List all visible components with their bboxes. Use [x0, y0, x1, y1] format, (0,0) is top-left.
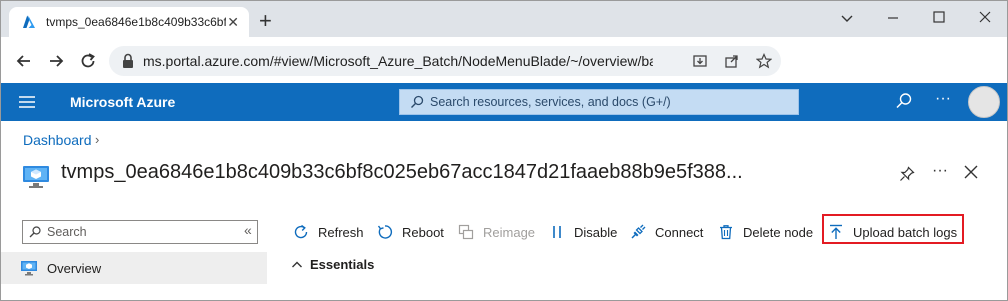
reboot-label: Reboot: [402, 224, 444, 240]
azure-logo-icon: [23, 15, 35, 28]
tab-search-chevron-icon[interactable]: [840, 11, 854, 25]
tab-strip: tvmps_0ea6846e1b8c409b33c6bf ✕ +: [1, 1, 1007, 37]
minimize-icon[interactable]: [886, 11, 900, 25]
back-arrow-icon[interactable]: [14, 51, 34, 71]
more-actions-icon[interactable]: ···: [932, 162, 948, 180]
reboot-button[interactable]: Reboot: [377, 219, 444, 245]
batch-node-icon: [23, 166, 49, 188]
search-icon: [29, 226, 41, 238]
essentials-toggle[interactable]: Essentials: [291, 257, 374, 272]
sidebar-item-overview[interactable]: Overview: [1, 252, 267, 284]
copilot-search-icon[interactable]: [895, 92, 913, 110]
plug-connect-icon: [631, 224, 646, 239]
maximize-icon[interactable]: [932, 10, 946, 24]
global-search-input[interactable]: Search resources, services, and docs (G+…: [399, 89, 799, 115]
install-app-icon[interactable]: [692, 53, 708, 69]
window-close-icon[interactable]: [978, 10, 992, 24]
new-tab-icon[interactable]: +: [259, 10, 272, 32]
reimage-label: Reimage: [483, 224, 536, 240]
azure-header: Microsoft Azure Search resources, servic…: [1, 83, 1007, 121]
pause-icon: [553, 226, 561, 238]
browser-tab[interactable]: tvmps_0ea6846e1b8c409b33c6bf ✕: [9, 7, 249, 37]
hamburger-menu-icon[interactable]: [19, 96, 35, 108]
connect-button[interactable]: Connect: [630, 219, 703, 245]
lock-icon[interactable]: [121, 53, 135, 69]
delete-node-button[interactable]: Delete node: [718, 219, 813, 245]
highlight-box: [822, 214, 964, 244]
reboot-icon: [377, 225, 393, 239]
global-search-placeholder: Search resources, services, and docs (G+…: [430, 95, 671, 109]
close-blade-icon[interactable]: [964, 165, 978, 179]
disable-label: Disable: [574, 224, 618, 240]
avatar[interactable]: [968, 86, 1000, 118]
collapse-sidebar-icon[interactable]: «: [244, 222, 252, 238]
refresh-label: Refresh: [318, 224, 364, 240]
url-text[interactable]: ms.portal.azure.com/#view/Microsoft_Azur…: [143, 53, 653, 69]
overview-monitor-icon: [21, 261, 37, 276]
chevron-up-icon: [292, 261, 302, 267]
more-options-icon[interactable]: ···: [935, 90, 951, 108]
browser-window: tvmps_0ea6846e1b8c409b33c6bf ✕ + ms.port…: [0, 0, 1008, 301]
brand-name[interactable]: Microsoft Azure: [70, 94, 175, 110]
forward-arrow-icon[interactable]: [46, 51, 66, 71]
refresh-icon: [294, 224, 308, 239]
reload-icon[interactable]: [78, 51, 98, 71]
sidebar-item-label: Overview: [47, 261, 102, 276]
address-bar[interactable]: ms.portal.azure.com/#view/Microsoft_Azur…: [109, 46, 781, 76]
breadcrumb-dashboard[interactable]: Dashboard: [23, 132, 92, 148]
tab-title: tvmps_0ea6846e1b8c409b33c6bf: [46, 15, 226, 29]
reimage-button[interactable]: Reimage: [458, 219, 535, 245]
bookmark-star-icon[interactable]: [756, 53, 772, 69]
pin-icon[interactable]: [899, 166, 915, 182]
refresh-button[interactable]: Refresh: [293, 219, 364, 245]
connect-label: Connect: [655, 224, 704, 240]
tab-close-icon[interactable]: ✕: [227, 15, 239, 29]
sidebar-search-input[interactable]: Search: [22, 220, 258, 244]
search-icon: [411, 95, 424, 108]
sidebar-search-placeholder: Search: [47, 225, 87, 239]
share-icon[interactable]: [724, 53, 740, 69]
essentials-label: Essentials: [310, 257, 375, 272]
page-title: tvmps_0ea6846e1b8c409b33c6bf8c025eb67acc…: [61, 161, 743, 183]
reimage-icon: [458, 224, 474, 240]
delete-node-label: Delete node: [743, 224, 814, 240]
trash-icon: [720, 225, 732, 240]
disable-button[interactable]: Disable: [549, 219, 617, 245]
breadcrumb-chevron-icon: ›: [95, 132, 100, 147]
address-bar-row: ms.portal.azure.com/#view/Microsoft_Azur…: [1, 37, 1007, 83]
